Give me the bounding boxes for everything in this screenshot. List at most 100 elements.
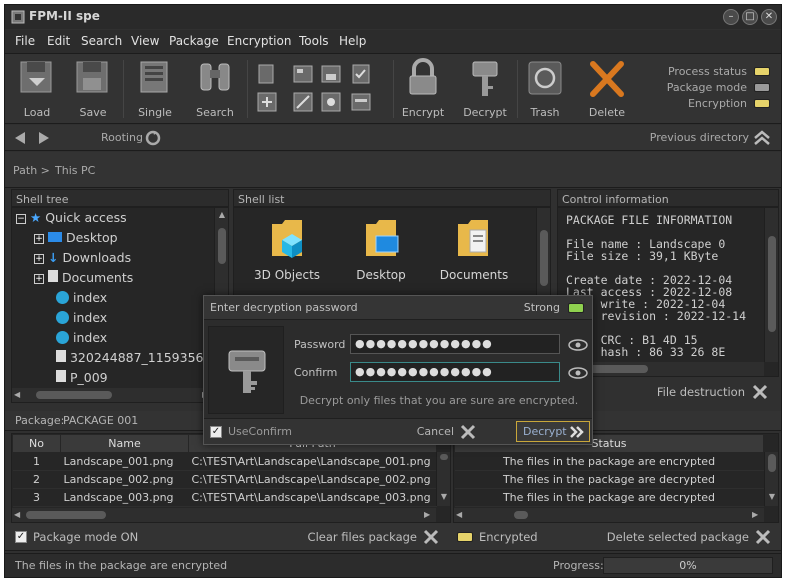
tree-item-quick-access[interactable]: − ★ Quick access bbox=[16, 210, 127, 230]
info-line: File hash : 86 33 26 8E bbox=[566, 346, 726, 358]
table-row[interactable]: 3 Landscape_003.png C:\TEST\Art\Landscap… bbox=[12, 488, 437, 507]
scroll-thumb[interactable] bbox=[26, 511, 106, 519]
status-table-vscrollbar[interactable]: ▼ bbox=[764, 452, 778, 506]
tree-item-desktop[interactable]: + Desktop bbox=[34, 230, 118, 250]
tools-icon[interactable] bbox=[291, 90, 315, 114]
scroll-thumb[interactable] bbox=[36, 391, 112, 399]
file-destruction-x-icon[interactable] bbox=[752, 384, 768, 400]
show-confirm-eye-icon[interactable] bbox=[568, 366, 588, 380]
table-row[interactable]: 2 Landscape_002.png C:\TEST\Art\Landscap… bbox=[12, 470, 437, 489]
decrypt-button[interactable]: Decrypt bbox=[459, 58, 511, 120]
scroll-thumb[interactable] bbox=[768, 454, 776, 472]
settings-icon[interactable] bbox=[319, 90, 343, 114]
menu-edit[interactable]: Edit bbox=[47, 34, 70, 48]
tree-item-file[interactable]: 320244887_115935697 bbox=[56, 350, 216, 370]
menu-package[interactable]: Package bbox=[169, 34, 219, 48]
collapse-toggle-icon[interactable]: − bbox=[16, 214, 26, 224]
scroll-left-arrow-icon[interactable]: ◀ bbox=[14, 390, 20, 399]
encrypt-button[interactable]: Encrypt bbox=[397, 58, 449, 120]
forward-arrow-icon[interactable] bbox=[37, 131, 51, 145]
expand-toggle-icon[interactable]: + bbox=[34, 234, 44, 244]
table-row[interactable]: The files in the package are encrypted bbox=[454, 452, 764, 471]
scroll-up-arrow-icon[interactable]: ▲ bbox=[217, 210, 227, 219]
copy-icon[interactable] bbox=[255, 62, 279, 86]
menu-view[interactable]: View bbox=[131, 34, 159, 48]
tree-item-documents[interactable]: + Documents bbox=[34, 270, 133, 290]
scroll-thumb[interactable] bbox=[440, 454, 448, 460]
load-button[interactable]: Load bbox=[11, 58, 63, 120]
checklist-icon[interactable] bbox=[349, 62, 373, 86]
expand-toggle-icon[interactable]: + bbox=[34, 274, 44, 284]
package-table-vscrollbar[interactable]: ▼ bbox=[436, 452, 450, 506]
search-label: Search bbox=[196, 106, 234, 119]
shell-list-item[interactable]: Desktop bbox=[348, 216, 414, 292]
tree-item-downloads[interactable]: + ↓ Downloads bbox=[34, 250, 131, 270]
confirm-password-field[interactable]: ●●●●●●●●●●●●● bbox=[350, 362, 560, 382]
disk-icon[interactable] bbox=[319, 62, 343, 86]
trash-button[interactable]: Trash bbox=[519, 58, 571, 120]
delete-selected-package-button[interactable]: Delete selected package bbox=[605, 530, 749, 544]
shell-list-item[interactable]: Documents bbox=[436, 216, 512, 292]
archive-icon[interactable] bbox=[349, 90, 373, 114]
scroll-left-arrow-icon[interactable]: ◀ bbox=[14, 510, 20, 519]
package-table-hscrollbar[interactable]: ◀ ▶ bbox=[12, 508, 436, 522]
scroll-down-arrow-icon[interactable]: ▼ bbox=[767, 492, 777, 501]
tree-item-index[interactable]: index bbox=[56, 310, 107, 330]
refresh-icon[interactable] bbox=[145, 130, 161, 146]
row-name: Landscape_002.png bbox=[60, 470, 189, 489]
package-mode-checkbox[interactable]: ✓ bbox=[15, 531, 27, 543]
delete-selected-x-icon[interactable] bbox=[755, 529, 771, 545]
folder-tree-icon[interactable] bbox=[291, 62, 315, 86]
cancel-x-icon[interactable] bbox=[460, 424, 476, 440]
expand-toggle-icon[interactable]: + bbox=[34, 254, 44, 264]
scroll-thumb[interactable] bbox=[218, 228, 226, 264]
add-icon[interactable] bbox=[255, 90, 279, 114]
tree-item-index[interactable]: index bbox=[56, 330, 107, 350]
single-button[interactable]: Single bbox=[129, 58, 181, 120]
info-line: PACKAGE FILE INFORMATION bbox=[566, 214, 733, 226]
table-row[interactable]: The files in the package are decrypted bbox=[454, 488, 764, 507]
scroll-thumb[interactable] bbox=[768, 236, 776, 332]
scroll-right-arrow-icon[interactable]: ▶ bbox=[424, 510, 430, 519]
clear-files-x-icon[interactable] bbox=[423, 529, 439, 545]
back-arrow-icon[interactable] bbox=[13, 131, 27, 145]
menu-search[interactable]: Search bbox=[81, 34, 122, 48]
search-button[interactable]: Search bbox=[189, 58, 241, 120]
scroll-down-arrow-icon[interactable]: ▼ bbox=[439, 492, 449, 501]
table-row[interactable]: The files in the package are decrypted bbox=[454, 470, 764, 489]
encryption-status-label: Encryption bbox=[687, 97, 747, 110]
menu-encryption[interactable]: Encryption bbox=[227, 34, 291, 48]
menu-file[interactable]: File bbox=[15, 34, 35, 48]
menu-help[interactable]: Help bbox=[339, 34, 366, 48]
close-button[interactable]: ✕ bbox=[761, 9, 777, 25]
shell-tree-hscrollbar[interactable]: ◀ ▶ bbox=[12, 388, 214, 402]
table-row[interactable]: 1 Landscape_001.png C:\TEST\Art\Landscap… bbox=[12, 452, 437, 471]
file-destruction-label[interactable]: File destruction bbox=[605, 385, 745, 399]
decrypt-confirm-button[interactable]: Decrypt bbox=[516, 421, 590, 442]
column-header-no[interactable]: No bbox=[12, 434, 61, 453]
minimize-button[interactable]: – bbox=[723, 9, 739, 25]
scroll-right-arrow-icon[interactable]: ▶ bbox=[752, 510, 758, 519]
path-value[interactable]: This PC bbox=[55, 164, 95, 177]
password-field[interactable]: ●●●●●●●●●●●●● bbox=[350, 334, 560, 354]
scroll-thumb[interactable] bbox=[540, 230, 548, 286]
column-header-name[interactable]: Name bbox=[60, 434, 189, 453]
delete-button[interactable]: Delete bbox=[581, 58, 633, 120]
show-password-eye-icon[interactable] bbox=[568, 338, 588, 352]
menu-tools[interactable]: Tools bbox=[299, 34, 329, 48]
shell-list-item[interactable]: 3D Objects bbox=[254, 216, 320, 292]
scroll-thumb[interactable] bbox=[588, 365, 648, 373]
status-table-hscrollbar[interactable]: ◀ ▶ bbox=[454, 508, 764, 522]
encrypt-label: Encrypt bbox=[401, 106, 445, 119]
save-button[interactable]: Save bbox=[67, 58, 119, 120]
use-confirm-checkbox[interactable]: ✓ bbox=[210, 426, 222, 438]
scroll-thumb[interactable] bbox=[514, 511, 528, 519]
scroll-left-arrow-icon[interactable]: ◀ bbox=[456, 510, 462, 519]
double-chevron-up-icon[interactable] bbox=[753, 129, 771, 147]
cancel-button[interactable]: Cancel bbox=[404, 425, 454, 438]
clear-files-package-button[interactable]: Clear files package bbox=[285, 530, 417, 544]
maximize-button[interactable]: □ bbox=[742, 9, 758, 25]
tree-item-file[interactable]: P_009 bbox=[56, 370, 108, 390]
tree-item-index[interactable]: index bbox=[56, 290, 107, 310]
control-info-vscrollbar[interactable] bbox=[764, 208, 778, 362]
